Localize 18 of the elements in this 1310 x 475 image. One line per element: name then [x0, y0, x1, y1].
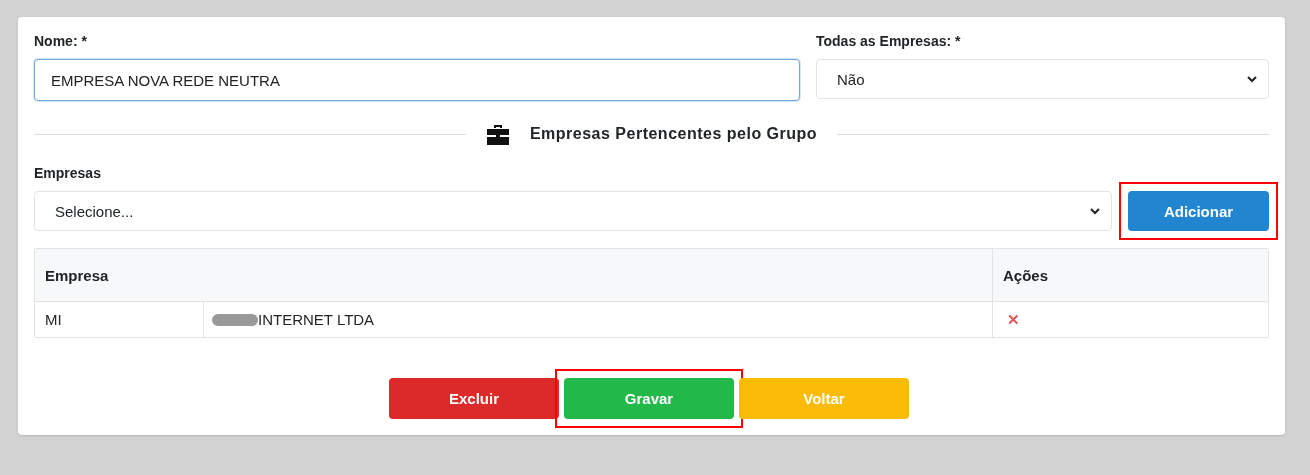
table-cell: MI [35, 302, 204, 337]
column-header: Empresa [35, 249, 993, 301]
briefcase-icon [485, 123, 510, 145]
field-label: Empresas [34, 165, 102, 183]
companies-select[interactable]: Selecione... [34, 191, 1112, 231]
all-companies-select[interactable]: Não [816, 59, 1269, 99]
save-button[interactable]: Gravar [564, 378, 734, 419]
field-label: Nome: * [34, 33, 88, 51]
name-field[interactable]: EMPRESA NOVA REDE NEUTRA [34, 59, 800, 101]
delete-button[interactable]: Excluir [389, 378, 559, 419]
company-name: INTERNET LTDA [258, 311, 375, 328]
field-label: Todas as Empresas: * [816, 33, 962, 51]
section-title: Empresas Pertencentes pelo Grupo [529, 125, 818, 143]
column-header: Ações [1002, 265, 1050, 286]
remove-button[interactable]: ✕ [1003, 310, 1020, 329]
chevron-icon [1246, 73, 1258, 85]
chevron-icon [1089, 205, 1101, 217]
add-button[interactable]: Adicionar [1128, 191, 1269, 231]
